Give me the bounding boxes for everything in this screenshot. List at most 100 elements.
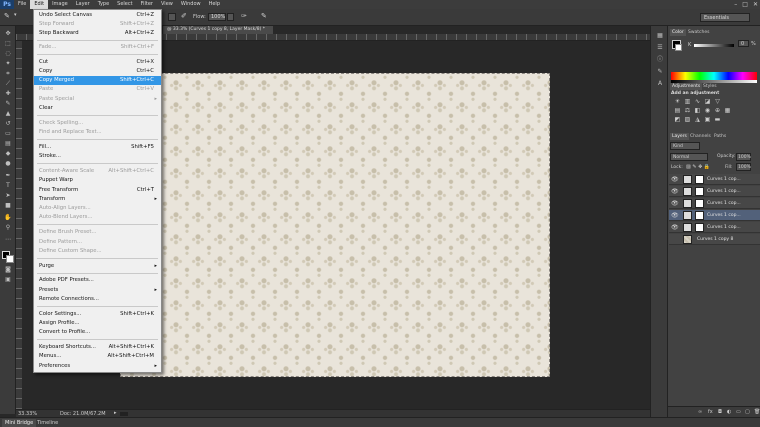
more-tools-icon[interactable]: ⋯ [3,236,13,243]
posterize-icon[interactable]: ▨ [684,117,691,123]
layer-row[interactable]: 👁 Curves 1 cop... [669,174,760,185]
pen-tool-icon[interactable]: ✒ [3,172,13,179]
layer-row-selected[interactable]: 👁 Curves 1 cop... [669,210,760,221]
blend-mode-dropdown[interactable]: Normal [670,153,708,161]
menu-item-define-shape[interactable]: Define Custom Shape... [34,247,161,256]
menu-item-transform[interactable]: Transform ▸ [34,195,161,204]
lasso-tool-icon[interactable]: ◌ [3,50,13,57]
color-panel-background[interactable] [675,44,682,51]
menu-item-step-forward[interactable]: Step Forward Shift+Ctrl+Z [34,20,161,29]
history-panel-icon[interactable]: ▦ [655,32,665,39]
screen-mode-icon[interactable]: ▣ [3,276,13,283]
gradient-map-icon[interactable]: ▬ [714,117,721,123]
invert-icon[interactable]: ◩ [674,117,681,123]
menu-item-purge[interactable]: Purge ▸ [34,262,161,271]
menu-item-step-backward[interactable]: Step Backward Alt+Ctrl+Z [34,29,161,38]
black-white-icon[interactable]: ◧ [694,108,701,114]
fill-input[interactable]: 100% [736,163,751,171]
tab-paths[interactable]: Paths [712,133,728,140]
doc-info-arrow-icon[interactable]: ▸ [114,410,117,416]
layer-style-icon[interactable]: fx [708,409,713,415]
menu-item-copy[interactable]: Copy Ctrl+C [34,67,161,76]
new-group-icon[interactable]: ▭ [736,409,741,415]
menu-item-pdf-presets[interactable]: Adobe PDF Presets... [34,276,161,285]
flow-input[interactable]: 100% [208,13,226,21]
menu-item-assign-profile[interactable]: Assign Profile... [34,319,161,328]
close-button[interactable]: ✕ [753,1,758,8]
menu-item-convert-profile[interactable]: Convert to Profile... [34,328,161,337]
menu-item-fill[interactable]: Fill... Shift+F5 [34,143,161,152]
menu-item-clear[interactable]: Clear [34,104,161,113]
blur-tool-icon[interactable]: ◆ [3,150,13,157]
k-slider[interactable] [694,44,734,47]
threshold-icon[interactable]: ◮ [694,117,701,123]
lock-pixels-icon[interactable]: ▨ ✎ ✥ 🔒 [686,164,710,170]
menu-item-puppet-warp[interactable]: Puppet Warp [34,176,161,185]
workspace-switcher[interactable]: Essentials [700,13,750,22]
visibility-eye-icon[interactable]: 👁 [671,200,679,207]
menu-item-check-spelling[interactable]: Check Spelling... [34,119,161,128]
brush-panel-icon[interactable]: ✎ [655,68,665,75]
tab-color[interactable]: Color [670,29,686,36]
layer-row[interactable]: 👁 Curves 1 cop... [669,222,760,233]
hand-tool-icon[interactable]: ✋ [3,214,13,221]
layer-kind-filter[interactable]: Kind [670,142,700,150]
new-layer-icon[interactable]: ▢ [745,409,750,415]
minimize-button[interactable]: – [734,1,737,8]
new-adjustment-icon[interactable]: ◐ [727,409,731,415]
tab-timeline[interactable]: Timeline [34,419,61,427]
k-value-input[interactable]: 0 [738,40,749,47]
mask-thumbnail[interactable] [695,175,704,184]
quick-select-tool-icon[interactable]: ✦ [3,60,13,67]
airbrush-icon[interactable]: ✑ [241,12,247,20]
maximize-button[interactable]: □ [742,1,748,8]
mode-dropdown[interactable] [168,13,176,21]
move-tool-icon[interactable]: ✥ [3,30,13,37]
menu-item-find-replace[interactable]: Find and Replace Text... [34,128,161,137]
vertical-ruler[interactable] [16,41,22,409]
delete-layer-icon[interactable]: 🗑 [754,409,760,415]
tab-layers[interactable]: Layers [670,133,689,140]
mask-thumbnail[interactable] [695,211,704,220]
menu-image[interactable]: Image [48,0,72,9]
brush-tool-icon[interactable]: ✎ [4,12,10,20]
menu-item-stroke[interactable]: Stroke... [34,152,161,161]
menu-item-cut[interactable]: Cut Ctrl+X [34,58,161,67]
menu-item-menus[interactable]: Menus... Alt+Shift+Ctrl+M [34,352,161,361]
menu-item-paste-special[interactable]: Paste Special ▸ [34,95,161,104]
clone-stamp-tool-icon[interactable]: ▲ [3,110,13,117]
visibility-eye-icon[interactable]: 👁 [671,224,679,231]
crop-tool-icon[interactable]: ⌗ [3,70,13,77]
menu-filter[interactable]: Filter [137,0,157,9]
horizontal-scrollbar[interactable] [120,412,128,416]
menu-item-keyboard-shortcuts[interactable]: Keyboard Shortcuts... Alt+Shift+Ctrl+K [34,343,161,352]
curves-icon[interactable]: ∿ [694,99,701,105]
zoom-tool-icon[interactable]: ⚲ [3,224,13,231]
color-balance-icon[interactable]: ⚖ [684,108,691,114]
hue-saturation-icon[interactable]: ▤ [674,108,681,114]
menu-view[interactable]: View [157,0,177,9]
mask-thumbnail[interactable] [695,187,704,196]
menu-item-color-settings[interactable]: Color Settings... Shift+Ctrl+K [34,310,161,319]
document-tab[interactable]: @ 33.3% (Curves 1 copy 8, Layer Mask/8) … [163,26,273,34]
menu-file[interactable]: File [14,0,30,9]
tab-adjustments[interactable]: Adjustments [670,83,703,90]
marquee-tool-icon[interactable]: ⬚ [3,40,13,47]
tab-swatches[interactable]: Swatches [686,29,712,36]
type-tool-icon[interactable]: T [3,182,13,189]
properties-panel-icon[interactable]: ☰ [655,44,665,51]
exposure-icon[interactable]: ◪ [704,99,711,105]
photo-filter-icon[interactable]: ◉ [704,108,711,114]
menu-item-content-aware-scale[interactable]: Content-Aware Scale Alt+Shift+Ctrl+C [34,167,161,176]
menu-item-free-transform[interactable]: Free Transform Ctrl+T [34,186,161,195]
pressure-opacity-icon[interactable]: ✐ [181,12,187,20]
eraser-tool-icon[interactable]: ▭ [3,130,13,137]
layer-row[interactable]: 👁 Curves 1 cop... [669,186,760,197]
menu-select[interactable]: Select [113,0,136,9]
shape-tool-icon[interactable]: ■ [3,202,13,209]
history-brush-tool-icon[interactable]: ↺ [3,120,13,127]
flow-dropdown[interactable] [227,13,234,21]
brightness-contrast-icon[interactable]: ☀ [674,99,681,105]
brush-preset-chevron-icon[interactable]: ▾ [14,12,17,18]
menu-item-undo[interactable]: Undo Select Canvas Ctrl+Z [34,11,161,20]
